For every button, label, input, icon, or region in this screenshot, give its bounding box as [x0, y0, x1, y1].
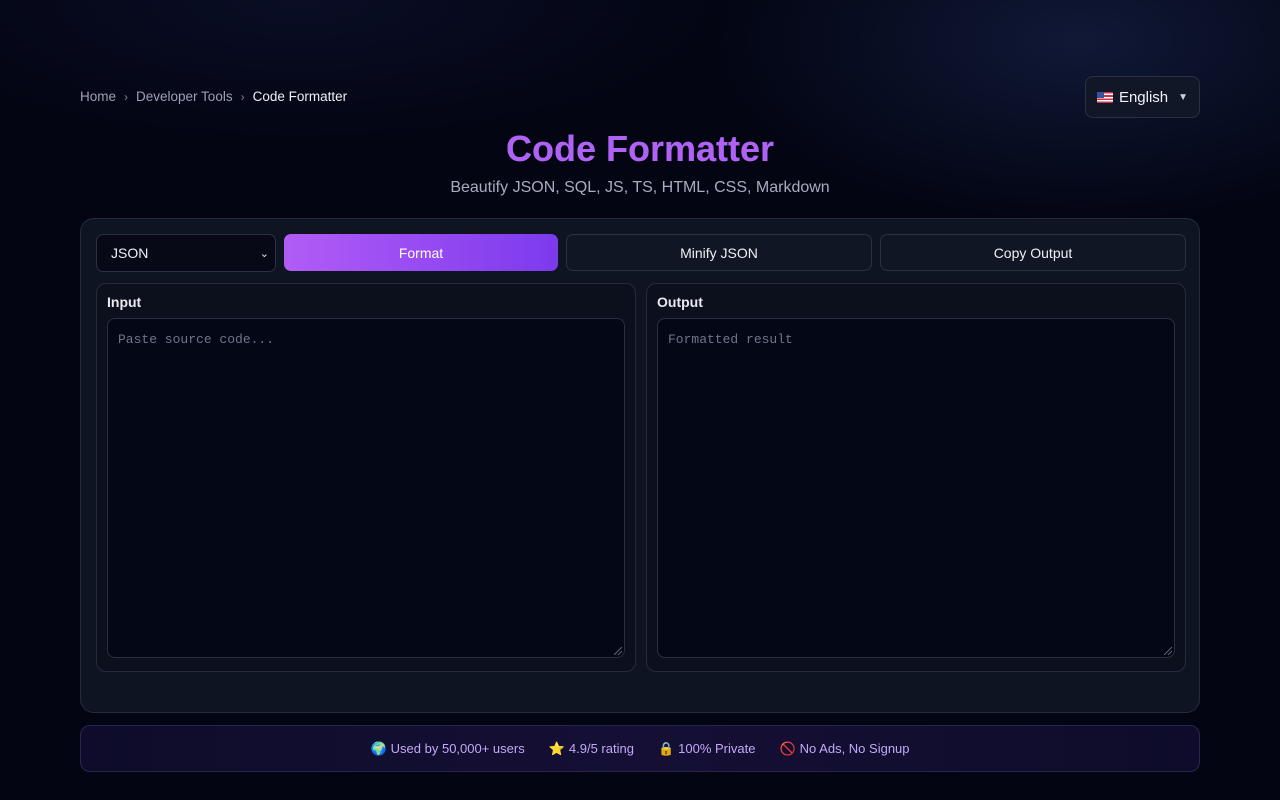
breadcrumb-separator: ›: [240, 89, 245, 104]
stat-private-text: 100% Private: [678, 741, 756, 756]
format-button[interactable]: Format: [284, 234, 558, 271]
minify-button[interactable]: Minify JSON: [566, 234, 872, 271]
page-subtitle: Beautify JSON, SQL, JS, TS, HTML, CSS, M…: [450, 179, 830, 196]
input-textarea[interactable]: Paste source code...: [107, 318, 625, 658]
breadcrumb-developer-tools-link[interactable]: Developer Tools: [136, 89, 233, 104]
chevron-down-icon: ⌄: [259, 247, 269, 260]
stat-no-ads-text: No Ads, No Signup: [799, 741, 910, 756]
select-value: JSON: [111, 245, 149, 261]
input-label: Input: [107, 294, 142, 310]
chevron-down-icon: ▼: [1178, 91, 1189, 103]
input-placeholder: Paste source code...: [118, 332, 275, 347]
stat-no-ads: 🚫 No Ads, No Signup: [779, 741, 909, 757]
input-pane: Input Paste source code...: [96, 283, 636, 672]
language-selector[interactable]: English ▼: [1085, 76, 1200, 118]
breadcrumb-home-link[interactable]: Home: [80, 89, 116, 104]
output-placeholder: Formatted result: [668, 332, 793, 347]
formatter-card: JSON ⌄ Format Minify JSON Copy Output In…: [80, 218, 1200, 713]
lock-icon: 🔒: [657, 740, 675, 756]
stat-private: 🔒 100% Private: [658, 741, 756, 757]
stat-rating: ⭐ 4.9/5 rating: [549, 741, 634, 757]
breadcrumb-separator: ›: [124, 89, 129, 104]
page-title: Code Formatter: [0, 128, 1280, 170]
output-textarea[interactable]: Formatted result: [657, 318, 1175, 658]
output-pane: Output Formatted result: [646, 283, 1186, 672]
resize-handle-icon[interactable]: [614, 647, 622, 655]
language-label: English: [1118, 88, 1169, 106]
star-icon: ⭐: [548, 740, 565, 756]
us-flag-icon: [1096, 91, 1113, 103]
stat-users: 🌍 Used by 50,000+ users: [370, 741, 524, 757]
prohibited-icon: 🚫: [779, 740, 796, 756]
breadcrumb-current: Code Formatter: [252, 89, 348, 104]
copy-output-button[interactable]: Copy Output: [880, 234, 1186, 271]
stat-users-text: Used by 50,000+ users: [390, 741, 525, 756]
globe-icon: 🌍: [370, 740, 387, 756]
language-format-select[interactable]: JSON ⌄: [96, 234, 276, 272]
stats-bar: 🌍 Used by 50,000+ users ⭐ 4.9/5 rating 🔒…: [80, 725, 1200, 772]
output-label: Output: [657, 294, 703, 310]
stat-rating-text: 4.9/5 rating: [568, 741, 634, 756]
breadcrumb: Home › Developer Tools › Code Formatter: [80, 89, 347, 104]
resize-handle-icon[interactable]: [1164, 647, 1172, 655]
